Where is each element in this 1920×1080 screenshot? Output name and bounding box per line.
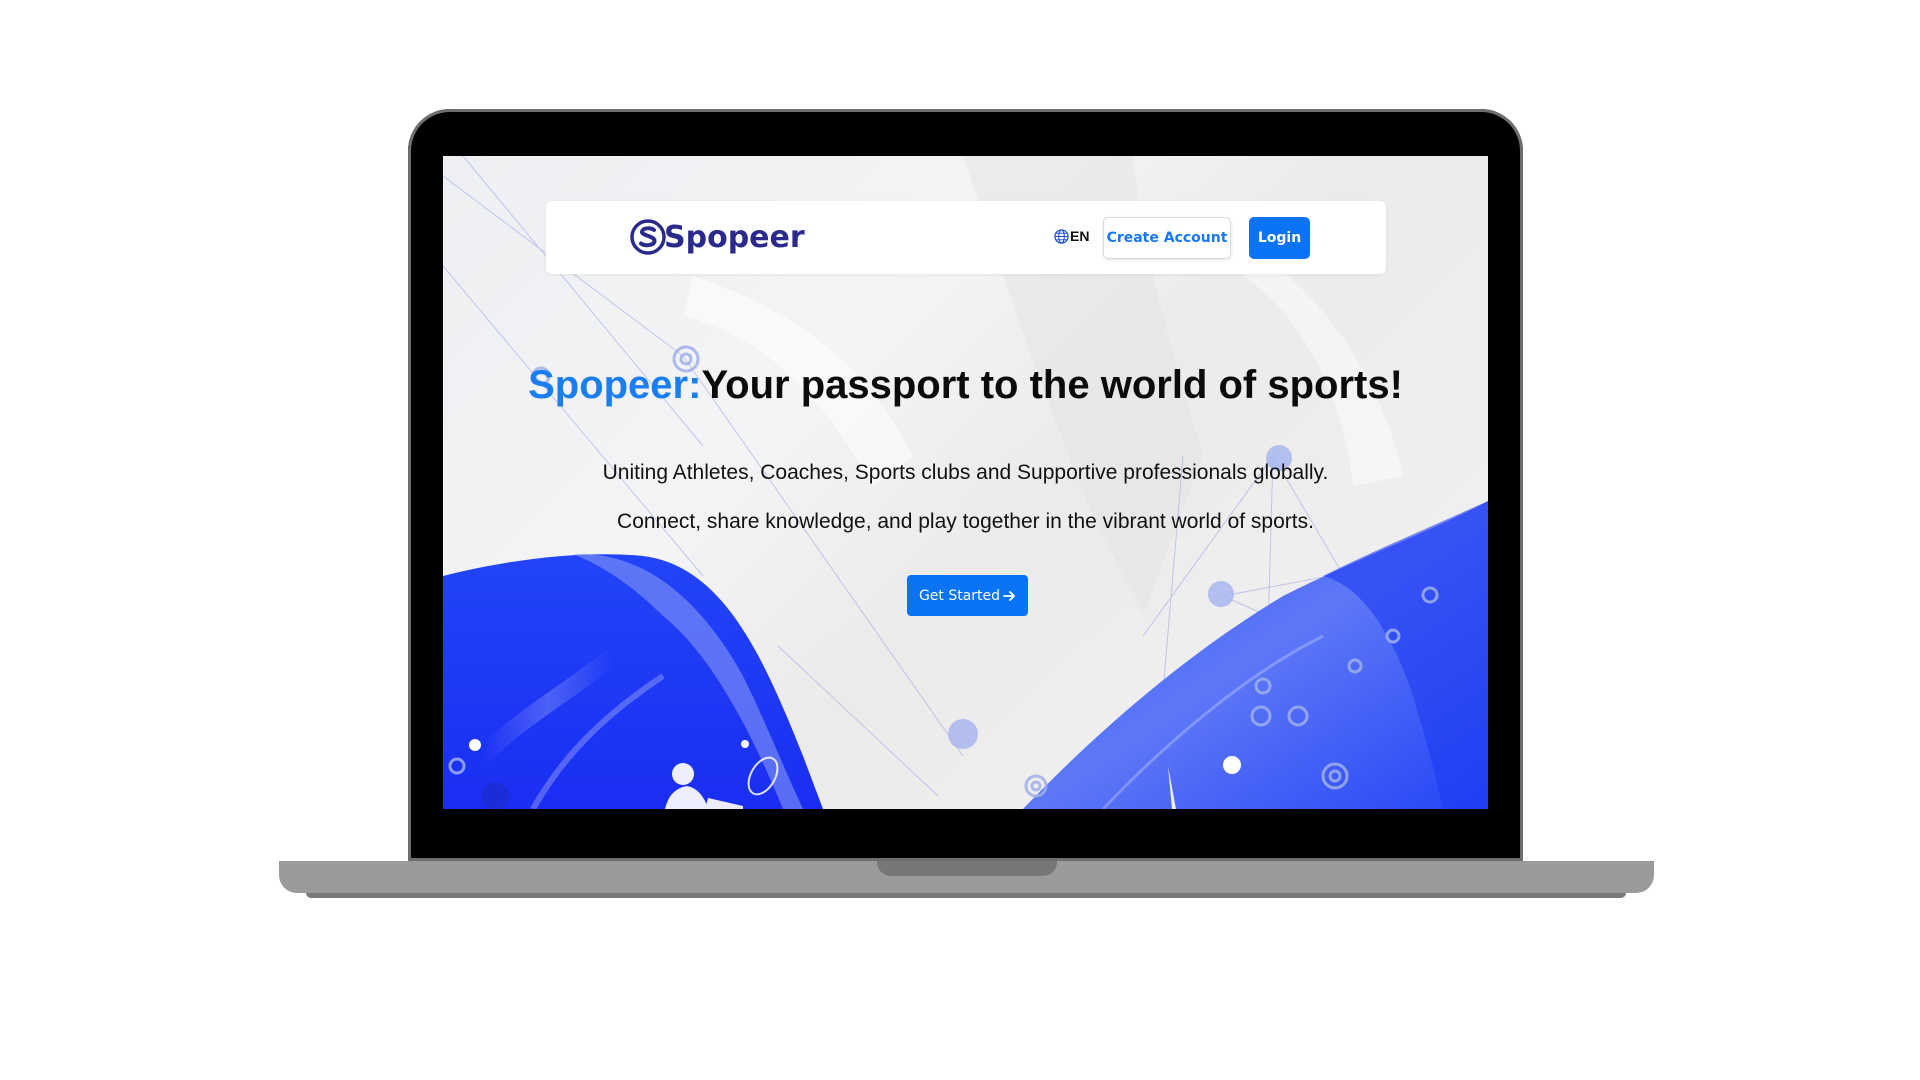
create-account-button[interactable]: Create Account <box>1103 217 1231 259</box>
brand-logo[interactable]: Spopeer <box>630 217 805 257</box>
hero-subtitle-2: Connect, share knowledge, and play toget… <box>617 510 1314 533</box>
arrow-right-icon <box>1003 590 1015 601</box>
laptop-opening-notch <box>877 861 1057 876</box>
hero-title: Spopeer:Your passport to the world of sp… <box>443 363 1488 408</box>
globe-icon <box>1054 228 1069 244</box>
brand-name: Spopeer <box>664 219 805 255</box>
top-navbar: Spopeer EN Create Account Login <box>546 201 1386 274</box>
mockup-stage: Spopeer EN Create Account Login Spopeer:… <box>0 0 1920 1080</box>
language-selector[interactable]: EN <box>1054 228 1089 244</box>
login-button[interactable]: Login <box>1249 217 1310 259</box>
laptop-base-shadow <box>306 893 1626 898</box>
get-started-button[interactable]: Get Started <box>907 575 1028 616</box>
spopeer-s-logo-icon <box>630 219 666 255</box>
hero-subtitle-1: Uniting Athletes, Coaches, Sports clubs … <box>602 461 1329 484</box>
hero-title-rest: Your passport to the world of sports! <box>701 363 1403 407</box>
laptop-screen: Spopeer EN Create Account Login Spopeer:… <box>443 156 1488 809</box>
get-started-label: Get Started <box>918 587 1001 604</box>
hero-title-accent: Spopeer: <box>528 363 702 407</box>
language-label: EN <box>1070 228 1090 244</box>
